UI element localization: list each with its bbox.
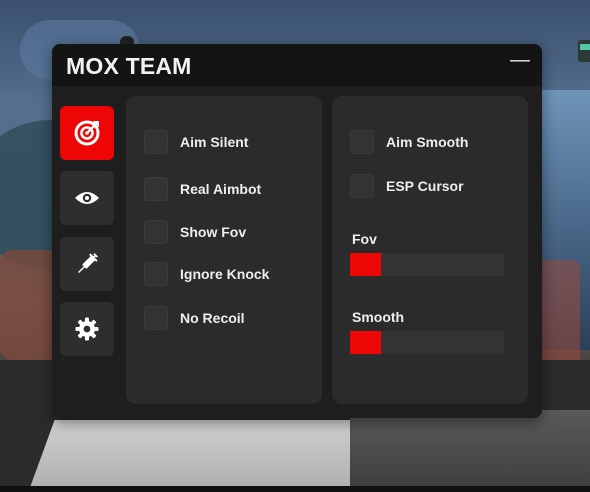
tab-visuals[interactable]: [60, 171, 114, 225]
smooth-slider-fill[interactable]: [350, 331, 381, 354]
tab-settings[interactable]: [60, 302, 114, 356]
aim-settings-panel: Aim Smooth ESP Cursor Fov Smooth: [332, 96, 528, 404]
window-titlebar[interactable]: MOX TEAM —: [52, 44, 542, 86]
gear-icon: [75, 317, 99, 341]
real-aimbot-checkbox[interactable]: [144, 177, 168, 201]
minimize-button[interactable]: —: [510, 50, 530, 70]
ignore-knock-checkbox[interactable]: [144, 262, 168, 286]
aim-smooth-checkbox[interactable]: [350, 130, 374, 154]
option-label: Aim Silent: [180, 134, 249, 150]
option-label: Aim Smooth: [386, 134, 469, 150]
window-title: MOX TEAM: [66, 53, 192, 79]
option-ignore-knock[interactable]: Ignore Knock: [144, 262, 269, 286]
tab-misc[interactable]: [60, 237, 114, 291]
player-avatar-icon: [578, 40, 590, 62]
background-floor-panel: [25, 420, 385, 492]
option-label: ESP Cursor: [386, 178, 464, 194]
no-recoil-checkbox[interactable]: [144, 306, 168, 330]
smooth-slider-label: Smooth: [352, 309, 405, 325]
target-icon: [74, 120, 100, 146]
option-label: No Recoil: [180, 310, 245, 326]
cheat-menu-window: MOX TEAM — Aim Silent Real Aimbot Show F…: [52, 44, 542, 418]
aim-silent-checkbox[interactable]: [144, 130, 168, 154]
eye-icon: [75, 192, 99, 204]
smooth-slider[interactable]: [350, 331, 504, 354]
background-bottom-edge: [0, 486, 590, 492]
option-real-aimbot[interactable]: Real Aimbot: [144, 177, 261, 201]
fov-slider[interactable]: [350, 253, 504, 276]
syringe-icon: [78, 253, 98, 273]
fov-slider-label: Fov: [352, 231, 377, 247]
option-label: Show Fov: [180, 224, 247, 240]
option-no-recoil[interactable]: No Recoil: [144, 306, 245, 330]
show-fov-checkbox[interactable]: [144, 220, 168, 244]
option-label: Ignore Knock: [180, 266, 270, 282]
esp-cursor-checkbox[interactable]: [350, 174, 374, 198]
option-show-fov[interactable]: Show Fov: [144, 220, 246, 244]
option-aim-smooth[interactable]: Aim Smooth: [350, 130, 468, 154]
tab-aimbot[interactable]: [60, 106, 114, 160]
aimbot-options-panel: Aim Silent Real Aimbot Show Fov Ignore K…: [126, 96, 322, 404]
background-floor-panel-right: [350, 410, 590, 492]
option-label: Real Aimbot: [180, 181, 262, 197]
option-esp-cursor[interactable]: ESP Cursor: [350, 174, 464, 198]
fov-slider-fill[interactable]: [350, 253, 381, 276]
option-aim-silent[interactable]: Aim Silent: [144, 130, 248, 154]
